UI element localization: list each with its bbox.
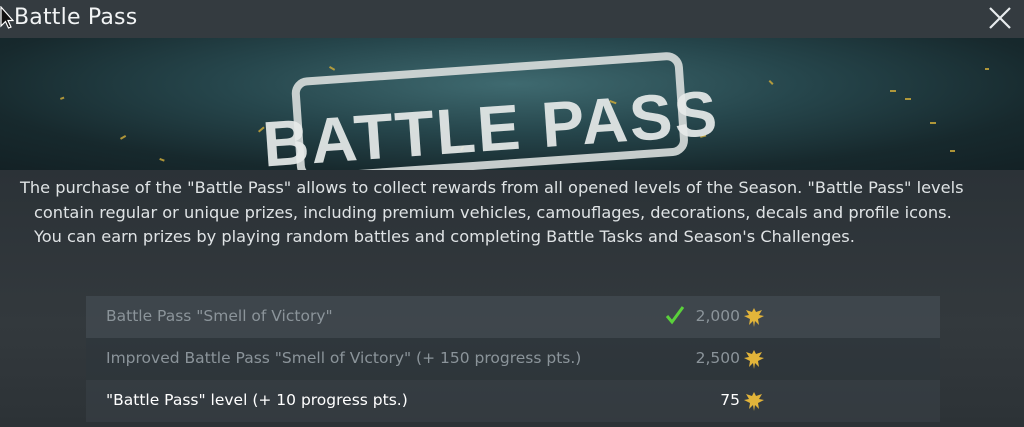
offer-label: "Battle Pass" level (+ 10 progress pts.) xyxy=(106,391,408,409)
golden-eagle-icon xyxy=(744,308,764,327)
golden-eagle-icon xyxy=(744,350,764,369)
battle-pass-description: The purchase of the "Battle Pass" allows… xyxy=(20,178,964,246)
offer-price: 75 xyxy=(720,391,740,409)
offer-price: 2,000 xyxy=(695,307,740,325)
offer-label: Battle Pass "Smell of Victory" xyxy=(106,307,333,325)
owned-check-icon xyxy=(665,306,685,325)
battle-pass-logo: BATTLE PASS xyxy=(60,52,989,170)
content-panel: The purchase of the "Battle Pass" allows… xyxy=(0,170,1024,427)
offer-row-battle-pass-level[interactable]: "Battle Pass" level (+ 10 progress pts.)… xyxy=(86,380,940,422)
window-titlebar: Battle Pass xyxy=(0,0,1024,38)
offers-list: Battle Pass "Smell of Victory" 2,000 Imp… xyxy=(86,296,940,422)
offer-row-battle-pass[interactable]: Battle Pass "Smell of Victory" 2,000 xyxy=(86,296,940,338)
offer-price: 2,500 xyxy=(695,349,740,367)
cursor-arrow-icon xyxy=(0,6,14,29)
close-button[interactable] xyxy=(986,4,1014,32)
golden-eagle-icon xyxy=(744,392,764,411)
offer-row-improved-battle-pass[interactable]: Improved Battle Pass "Smell of Victory" … xyxy=(86,338,940,380)
close-icon xyxy=(989,7,1011,29)
battle-pass-banner: BATTLE PASS xyxy=(0,38,1024,170)
offer-label: Improved Battle Pass "Smell of Victory" … xyxy=(106,349,582,367)
window-title: Battle Pass xyxy=(14,5,138,30)
